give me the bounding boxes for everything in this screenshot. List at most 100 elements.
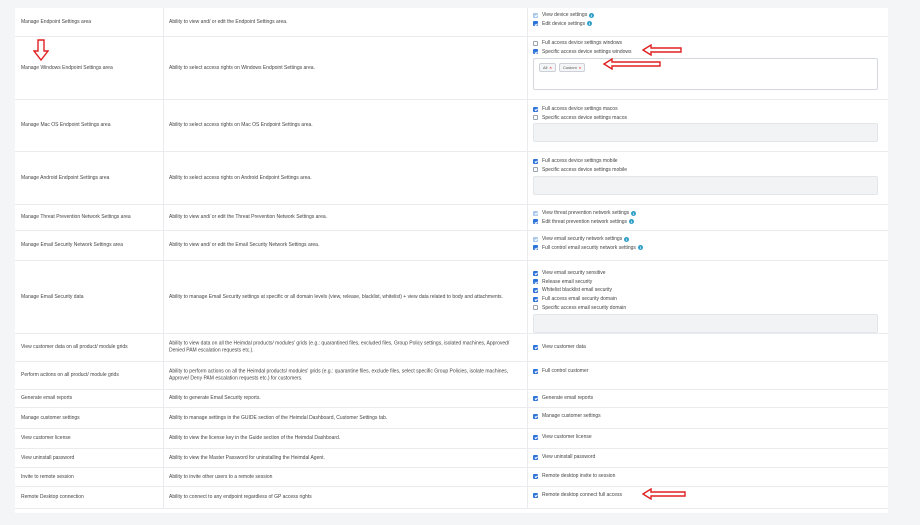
remove-tag-icon[interactable]: × [579, 65, 581, 70]
checkbox[interactable] [533, 395, 538, 401]
checkbox[interactable] [533, 40, 538, 46]
info-icon[interactable]: i [631, 210, 637, 216]
permission-options: View email security sensitive Release ema… [533, 269, 880, 312]
checkbox[interactable] [533, 219, 538, 225]
table-row: Generate email reports Ability to generat… [15, 389, 888, 408]
permission-option[interactable]: Remote desktop connect full access [533, 491, 880, 500]
tag-select-input[interactable]: All × Custom × [533, 58, 878, 90]
info-icon[interactable]: i [589, 12, 595, 18]
checkbox[interactable] [533, 305, 538, 311]
info-icon[interactable]: i [624, 236, 630, 242]
permission-option[interactable]: Release email security [533, 278, 880, 287]
checkbox[interactable] [533, 115, 538, 121]
column-divider [163, 361, 164, 389]
red-left-arrow-annotation [603, 58, 661, 70]
checkbox[interactable] [533, 167, 538, 173]
permission-option[interactable]: View device settings i [533, 11, 880, 20]
permission-option[interactable]: Specific access device settings mobile [533, 166, 880, 175]
permission-options: Full access device settings macos Specifi… [533, 105, 880, 122]
checkbox[interactable] [533, 344, 538, 350]
permission-option[interactable]: View email security network settings i [533, 235, 880, 244]
checkbox[interactable] [533, 413, 538, 419]
column-divider [527, 204, 528, 230]
permission-option[interactable]: Edit threat prevention network settings i [533, 218, 880, 227]
red-down-arrow-annotation [33, 39, 49, 61]
table-row: Manage Windows Endpoint Settings area Abi… [15, 36, 888, 100]
info-icon[interactable]: i [637, 245, 643, 251]
permission-option[interactable]: Generate email reports [533, 394, 880, 403]
column-divider [163, 448, 164, 467]
checkbox[interactable] [533, 49, 538, 55]
column-divider [527, 151, 528, 204]
permission-options: Full access device settings windows Speci… [533, 39, 880, 56]
checkbox[interactable] [533, 434, 538, 440]
table-row: Manage Email Security Network Settings a… [15, 230, 888, 261]
permission-options: View email security network settings i Ful… [533, 235, 880, 252]
checkbox[interactable] [533, 296, 538, 302]
permission-option[interactable]: Specific access email security domain [533, 303, 880, 312]
info-icon[interactable]: i [587, 21, 593, 27]
column-divider [163, 99, 164, 151]
permission-description: Ability to view the license key in the G… [169, 434, 341, 441]
column-divider [527, 99, 528, 151]
checkbox-label: Full control customer [542, 368, 589, 375]
permission-option[interactable]: Full access device settings windows [533, 39, 880, 48]
tag-chip[interactable]: Custom × [559, 63, 586, 72]
permission-options: Full control customer [533, 367, 880, 376]
permission-option[interactable]: Specific access device settings macos [533, 114, 880, 123]
permission-option[interactable]: View uninstall password [533, 453, 880, 462]
checkbox-label: Release email security [542, 278, 593, 285]
checkbox[interactable] [533, 158, 538, 164]
permission-option[interactable]: Full control email security network sett… [533, 244, 880, 253]
permission-option[interactable]: Edit device settings i [533, 20, 880, 29]
checkbox[interactable] [533, 270, 538, 276]
permission-option[interactable]: View threat prevention network settings i [533, 209, 880, 218]
checkbox[interactable] [533, 279, 538, 285]
permission-name: Manage Threat Prevention Network Setting… [21, 214, 131, 220]
permission-option[interactable]: Remote desktop invite to session [533, 472, 880, 481]
permission-description: Ability to view and/ or edit the Threat … [169, 213, 328, 220]
checkbox[interactable] [533, 106, 538, 112]
permission-name: Manage Android Endpoint Settings area [21, 174, 110, 181]
column-divider [527, 407, 528, 428]
checkbox[interactable] [533, 21, 538, 27]
permission-option[interactable]: Whitelist blacklist email security [533, 286, 880, 295]
column-divider [527, 36, 528, 99]
remove-tag-icon[interactable]: × [549, 65, 551, 70]
checkbox[interactable] [533, 368, 538, 374]
permission-option[interactable]: Full control customer [533, 367, 880, 376]
permission-name: Remote Desktop connection [21, 494, 84, 500]
permission-option[interactable]: Full access email security domain [533, 295, 880, 304]
checkbox-label: Full control email security network sett… [542, 244, 636, 251]
permission-description: Ability to select access rights on Andro… [169, 174, 312, 181]
permissions-table: Manage Endpoint Settings area Ability to … [15, 8, 888, 513]
column-divider [163, 8, 164, 36]
permission-name: Manage Email Security data [21, 293, 84, 300]
table-row: Manage Endpoint Settings area Ability to … [15, 8, 888, 37]
permission-option[interactable]: View customer data [533, 343, 880, 352]
info-icon[interactable]: i [629, 219, 635, 225]
permission-options: View threat prevention network settings i… [533, 209, 880, 226]
table-row: View customer license Ability to view the… [15, 428, 888, 449]
checkbox[interactable] [533, 473, 538, 479]
permission-name: Perform actions on all product/ module g… [21, 372, 119, 378]
checkbox[interactable] [533, 492, 538, 498]
permission-option[interactable]: Full access device settings macos [533, 105, 880, 114]
tag-chip[interactable]: All × [539, 63, 556, 72]
permission-option[interactable]: Full access device settings mobile [533, 157, 880, 166]
checkbox[interactable] [533, 454, 538, 460]
permission-option[interactable]: Manage customer settings [533, 412, 880, 421]
column-divider [527, 8, 528, 36]
permission-name: View customer license [21, 435, 71, 441]
permission-options: View device settings i Edit device setting… [533, 11, 880, 28]
permission-option[interactable]: Specific access device settings windows [533, 48, 880, 57]
checkbox[interactable] [533, 287, 538, 293]
permission-name: Manage customer settings [21, 414, 80, 421]
checkbox[interactable] [533, 245, 538, 251]
checkbox-label: Specific access device settings macos [542, 114, 628, 121]
tag-select-input-disabled [533, 176, 878, 195]
permission-options: Remote desktop invite to session [533, 472, 880, 481]
table-row: Manage customer settings Ability to manag… [15, 407, 888, 429]
permission-option[interactable]: View email security sensitive [533, 269, 880, 278]
permission-option[interactable]: View customer license [533, 433, 880, 442]
